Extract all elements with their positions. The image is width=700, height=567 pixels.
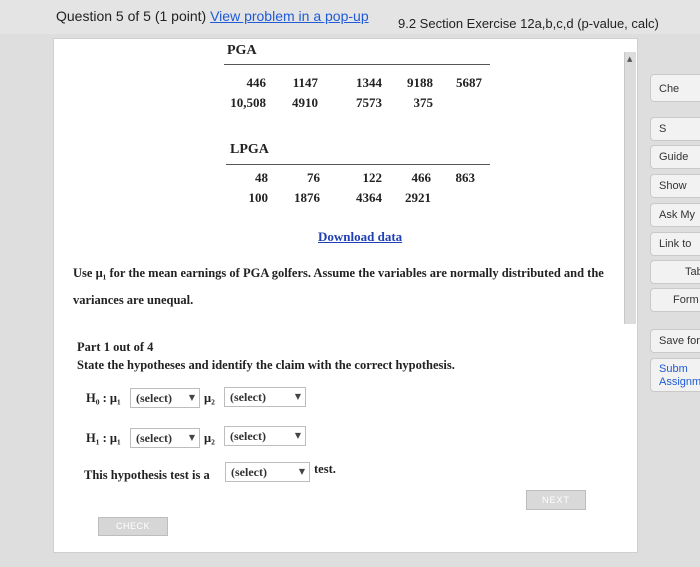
chevron-down-icon: ▼ <box>294 392 301 401</box>
table-cell: 5687 <box>456 75 482 90</box>
part-header: Part 1 out of 4 State the hypotheses and… <box>77 338 455 374</box>
next-button[interactable]: NEXT <box>526 490 586 510</box>
h0-relation-value: (select) <box>136 391 172 405</box>
sidebar-item-tab[interactable]: Tab <box>650 260 700 284</box>
table-cell: 4364 <box>356 190 382 205</box>
h1-claim-value: (select) <box>230 429 266 443</box>
scroll-up-icon[interactable]: ▲ <box>627 55 634 63</box>
chevron-down-icon: ▼ <box>188 433 195 442</box>
download-data-link[interactable]: Download data <box>318 229 402 245</box>
table-cell: 9188 <box>407 75 433 90</box>
h1-relation-value: (select) <box>136 431 172 445</box>
table-cell: 10,508 <box>230 95 266 110</box>
table-cell: 1147 <box>292 75 318 90</box>
lpga-table-rule <box>226 164 490 165</box>
part-label: Part 1 out of 4 <box>77 340 154 354</box>
table-cell: 48 <box>255 170 268 185</box>
h1-claim-select[interactable]: (select) ▼ <box>224 426 306 446</box>
table-cell: 2921 <box>405 190 431 205</box>
question-title: Question 5 of 5 (1 point) View problem i… <box>56 8 369 24</box>
chevron-down-icon: ▼ <box>298 467 305 476</box>
table-cell: 375 <box>413 95 434 110</box>
test-type-prefix: This hypothesis test is a <box>84 468 210 482</box>
sidebar-item-show[interactable]: Show <box>650 174 700 198</box>
sidebar-item-submit-assignment[interactable]: Subm Assignm <box>650 358 700 392</box>
table-cell: 4910 <box>292 95 318 110</box>
chevron-down-icon: ▼ <box>188 393 195 402</box>
table-cell: 76 <box>307 170 320 185</box>
table-cell: 446 <box>246 75 267 90</box>
test-type-value: (select) <box>231 465 267 479</box>
h0-claim-select[interactable]: (select) ▼ <box>224 387 306 407</box>
sidebar-item-s[interactable]: S <box>650 117 700 141</box>
scrollbar[interactable] <box>624 52 636 324</box>
problem-instructions: Use μ₁ for the mean earnings of PGA golf… <box>73 266 604 307</box>
h0-relation-select[interactable]: (select) ▼ <box>130 388 200 408</box>
lpga-table-label: LPGA <box>230 142 269 157</box>
question-label: Question 5 of 5 (1 point) <box>56 8 207 24</box>
check-button[interactable]: CHECK <box>98 517 168 536</box>
table-cell: 100 <box>248 190 269 205</box>
sidebar-item-guide[interactable]: Guide <box>650 145 700 169</box>
chevron-down-icon: ▼ <box>294 431 301 440</box>
test-type-suffix: test. <box>314 462 336 476</box>
popup-link[interactable]: View problem in a pop-up <box>210 8 369 24</box>
sidebar-item-link-to[interactable]: Link to <box>650 232 700 256</box>
table-cell: 122 <box>362 170 383 185</box>
sidebar-item-check[interactable]: Che <box>650 74 700 102</box>
table-cell: 863 <box>455 170 476 185</box>
h0-mu2-label: μ₂ <box>204 391 215 405</box>
sidebar-item-save-for[interactable]: Save for <box>650 329 700 353</box>
pga-table-rule <box>224 64 490 65</box>
sidebar-item-ask-my[interactable]: Ask My <box>650 203 700 227</box>
table-cell: 1344 <box>356 75 382 90</box>
h0-claim-value: (select) <box>230 390 266 404</box>
table-cell: 466 <box>411 170 432 185</box>
table-cell: 1876 <box>294 190 320 205</box>
h1-label: H₁ : μ₁ <box>86 431 121 445</box>
question-header: Question 5 of 5 (1 point) View problem i… <box>0 0 700 34</box>
exercise-title: 9.2 Section Exercise 12a,b,c,d (p-value,… <box>398 16 659 31</box>
sidebar-item-form[interactable]: Form <box>650 288 700 312</box>
test-type-select[interactable]: (select) ▼ <box>225 462 310 482</box>
h1-mu2-label: μ₂ <box>204 431 215 445</box>
part-prompt: State the hypotheses and identify the cl… <box>77 358 455 372</box>
right-sidebar: Che S Guide Show Ask My Link to Tab Form… <box>650 38 700 558</box>
h1-relation-select[interactable]: (select) ▼ <box>130 428 200 448</box>
h0-label: H₀ : μ₁ <box>86 391 121 405</box>
table-cell: 7573 <box>356 95 382 110</box>
pga-table-label: PGA <box>227 43 257 58</box>
